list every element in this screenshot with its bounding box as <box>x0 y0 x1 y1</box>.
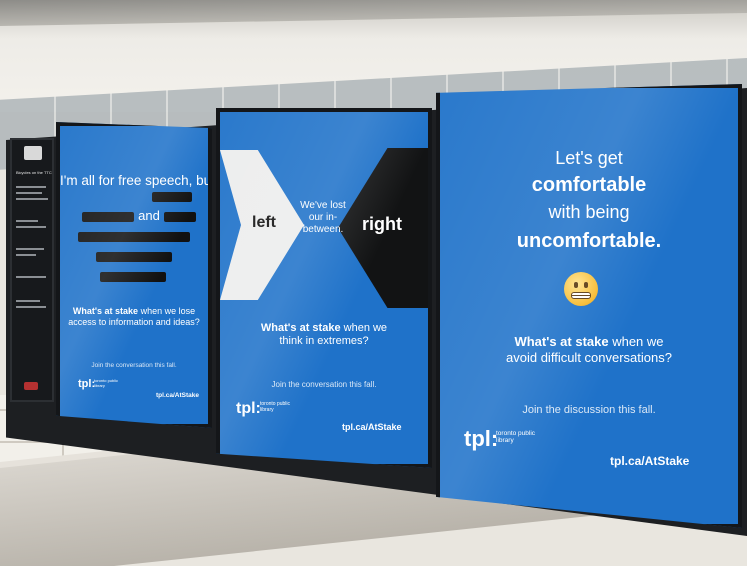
grimacing-face-icon <box>564 272 598 306</box>
stake-question: What's at stake when we lose access to i… <box>60 306 208 328</box>
info-text-line <box>16 306 46 308</box>
headline-line-4: uncomfortable. <box>516 230 662 252</box>
stake-question: What's at stake when we think in extreme… <box>220 322 428 348</box>
stake-rest: when we <box>608 334 664 349</box>
redaction-bar <box>82 212 134 222</box>
tpl-logo-subtext: toronto public library <box>260 401 291 413</box>
info-text-line <box>16 186 46 188</box>
join-text: Join the conversation this fall. <box>271 380 377 389</box>
headline-line-3: with being <box>548 202 630 222</box>
info-text-line <box>16 220 38 222</box>
headline-line-2: comfortable <box>531 174 647 196</box>
ttc-info-panel: Bicycles on the TTC <box>10 138 54 402</box>
info-text-line <box>16 300 40 302</box>
info-text-line <box>16 192 42 194</box>
stake-bold: What's at stake <box>514 334 609 349</box>
stake-rest-2: avoid difficult conversations? <box>506 350 672 365</box>
poster-url: tpl.ca/AtStake <box>610 454 690 468</box>
tpl-logo-subtext: toronto public library <box>496 430 536 444</box>
stake-bold: What's at stake <box>260 322 341 334</box>
subway-wall-scene: Bicycles on the TTC I'm all for free spe… <box>0 0 747 566</box>
stake-rest: when we <box>340 322 388 334</box>
bicycle-icon <box>24 146 42 160</box>
poster-headline: I'm all for free speech, but <box>60 172 208 189</box>
stake-rest-2: think in extremes? <box>279 335 369 347</box>
left-word: left <box>252 214 276 231</box>
headline-text: I'm all for free speech, but <box>60 173 212 188</box>
info-text-line <box>16 276 46 278</box>
right-word: right <box>362 214 402 234</box>
redaction-bar <box>78 232 190 242</box>
redaction-bar <box>164 212 196 222</box>
info-panel-title: Bicycles on the TTC <box>16 170 52 175</box>
tpl-logo-subtext: toronto public library <box>94 378 119 388</box>
redaction-bar <box>100 272 166 282</box>
middle-text: We've lost our in-between. <box>300 200 346 235</box>
join-text: Join the conversation this fall. <box>91 362 177 369</box>
tpl-logo: tpl: <box>236 400 261 417</box>
stake-rest: when we lose <box>138 306 196 316</box>
info-text-line <box>16 254 36 256</box>
stake-rest-2: access to information and ideas? <box>68 317 200 327</box>
info-text-line <box>16 248 44 250</box>
poster-left-right: left right We've lost our in-between. Wh… <box>216 108 432 468</box>
poster-free-speech: I'm all for free speech, but and What's … <box>56 122 212 428</box>
info-text-line <box>16 226 46 228</box>
poster-url: tpl.ca/AtStake <box>156 392 199 399</box>
stake-question: What's at stake when we avoid difficult … <box>440 334 738 366</box>
join-text: Join the discussion this fall. <box>522 404 656 416</box>
poster-url: tpl.ca/AtStake <box>342 422 402 432</box>
redacted-word: and <box>138 208 160 223</box>
redaction-bar <box>96 252 172 262</box>
tpl-logo: tpl: <box>464 426 499 451</box>
tpl-logo: tpl: <box>78 378 96 390</box>
ttc-logo-icon <box>24 382 38 390</box>
poster-comfortable: Let's get comfortable with being uncomfo… <box>436 84 742 528</box>
redaction-bar <box>152 192 192 202</box>
info-text-line <box>16 198 48 200</box>
headline-line-1: Let's get <box>555 148 623 168</box>
stake-bold: What's at stake <box>72 306 139 316</box>
